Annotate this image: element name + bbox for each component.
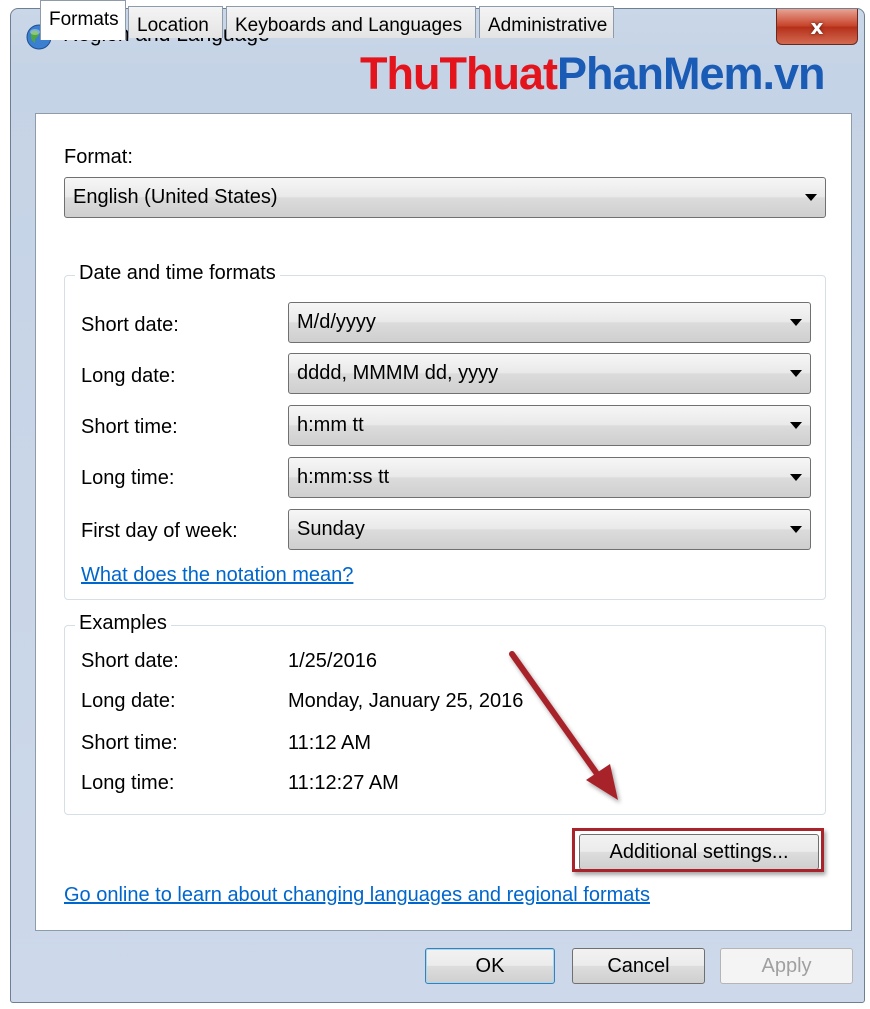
example-long-date-value: Monday, January 25, 2016 <box>288 690 524 712</box>
short-date-label: Short date: <box>81 314 179 336</box>
online-help-link[interactable]: Go online to learn about changing langua… <box>64 884 650 907</box>
example-short-time-label: Short time: <box>81 732 178 754</box>
long-date-value: dddd, MMMM dd, yyyy <box>297 362 499 384</box>
ok-button[interactable]: OK <box>425 948 555 984</box>
tab-location[interactable]: Location <box>128 6 223 38</box>
chevron-down-icon <box>805 194 817 201</box>
short-date-value: M/d/yyyy <box>297 311 376 333</box>
long-time-value: h:mm:ss tt <box>297 466 390 488</box>
date-time-formats-title: Date and time formats <box>75 262 280 285</box>
watermark-part2: PhanMem <box>556 48 764 99</box>
tab-keyboards-and-languages[interactable]: Keyboards and Languages <box>226 6 476 38</box>
example-short-date-value: 1/25/2016 <box>288 650 377 672</box>
format-label: Format: <box>64 146 133 168</box>
chevron-down-icon <box>790 319 802 326</box>
example-long-time-label: Long time: <box>81 772 175 794</box>
example-short-date-label: Short date: <box>81 650 179 672</box>
short-time-value: h:mm tt <box>297 414 364 436</box>
tab-keyboards-label: Keyboards and Languages <box>235 15 463 36</box>
chevron-down-icon <box>790 526 802 533</box>
short-time-select[interactable]: h:mm tt <box>288 405 811 446</box>
tab-location-label: Location <box>137 15 209 36</box>
example-long-time-value: 11:12:27 AM <box>288 772 399 794</box>
long-time-label: Long time: <box>81 467 175 489</box>
long-time-select[interactable]: h:mm:ss tt <box>288 457 811 498</box>
format-select-value: English (United States) <box>73 186 278 208</box>
chevron-down-icon <box>790 474 802 481</box>
example-long-date-label: Long date: <box>81 690 176 712</box>
apply-label: Apply <box>761 954 812 977</box>
watermark-part1: ThuThuat <box>360 48 558 99</box>
long-date-label: Long date: <box>81 365 176 387</box>
annotation-highlight-box <box>572 828 824 872</box>
close-icon: x <box>810 14 824 39</box>
ok-label: OK <box>475 954 505 977</box>
example-short-time-value: 11:12 AM <box>288 732 372 754</box>
apply-button[interactable]: Apply <box>720 948 853 984</box>
long-date-select[interactable]: dddd, MMMM dd, yyyy <box>288 353 811 394</box>
first-day-of-week-label: First day of week: <box>81 520 238 542</box>
examples-group: Examples Short date: 1/25/2016 Long date… <box>64 612 826 815</box>
first-day-of-week-value: Sunday <box>297 518 365 540</box>
short-time-label: Short time: <box>81 416 178 438</box>
format-select[interactable]: English (United States) <box>64 177 826 218</box>
first-day-of-week-select[interactable]: Sunday <box>288 509 811 550</box>
short-date-select[interactable]: M/d/yyyy <box>288 302 811 343</box>
cancel-label: Cancel <box>607 954 670 977</box>
date-time-formats-group: Date and time formats Short date: M/d/yy… <box>64 262 826 600</box>
formats-tab-page: Format: English (United States) Date and… <box>35 113 852 931</box>
tab-formats-label: Formats <box>49 9 119 30</box>
tab-administrative-label: Administrative <box>488 15 608 36</box>
examples-title: Examples <box>75 612 171 635</box>
tab-formats[interactable]: Formats <box>40 0 126 40</box>
tab-administrative[interactable]: Administrative <box>479 6 614 38</box>
chevron-down-icon <box>790 422 802 429</box>
watermark-logo: ThuThuatPhanMem.vn <box>360 44 826 104</box>
cancel-button[interactable]: Cancel <box>572 948 705 984</box>
annotation-arrow-icon <box>509 651 618 800</box>
notation-help-link[interactable]: What does the notation mean? <box>81 564 353 587</box>
watermark-part3: .vn <box>762 48 826 99</box>
chevron-down-icon <box>790 370 802 377</box>
close-button[interactable]: x <box>776 9 858 45</box>
